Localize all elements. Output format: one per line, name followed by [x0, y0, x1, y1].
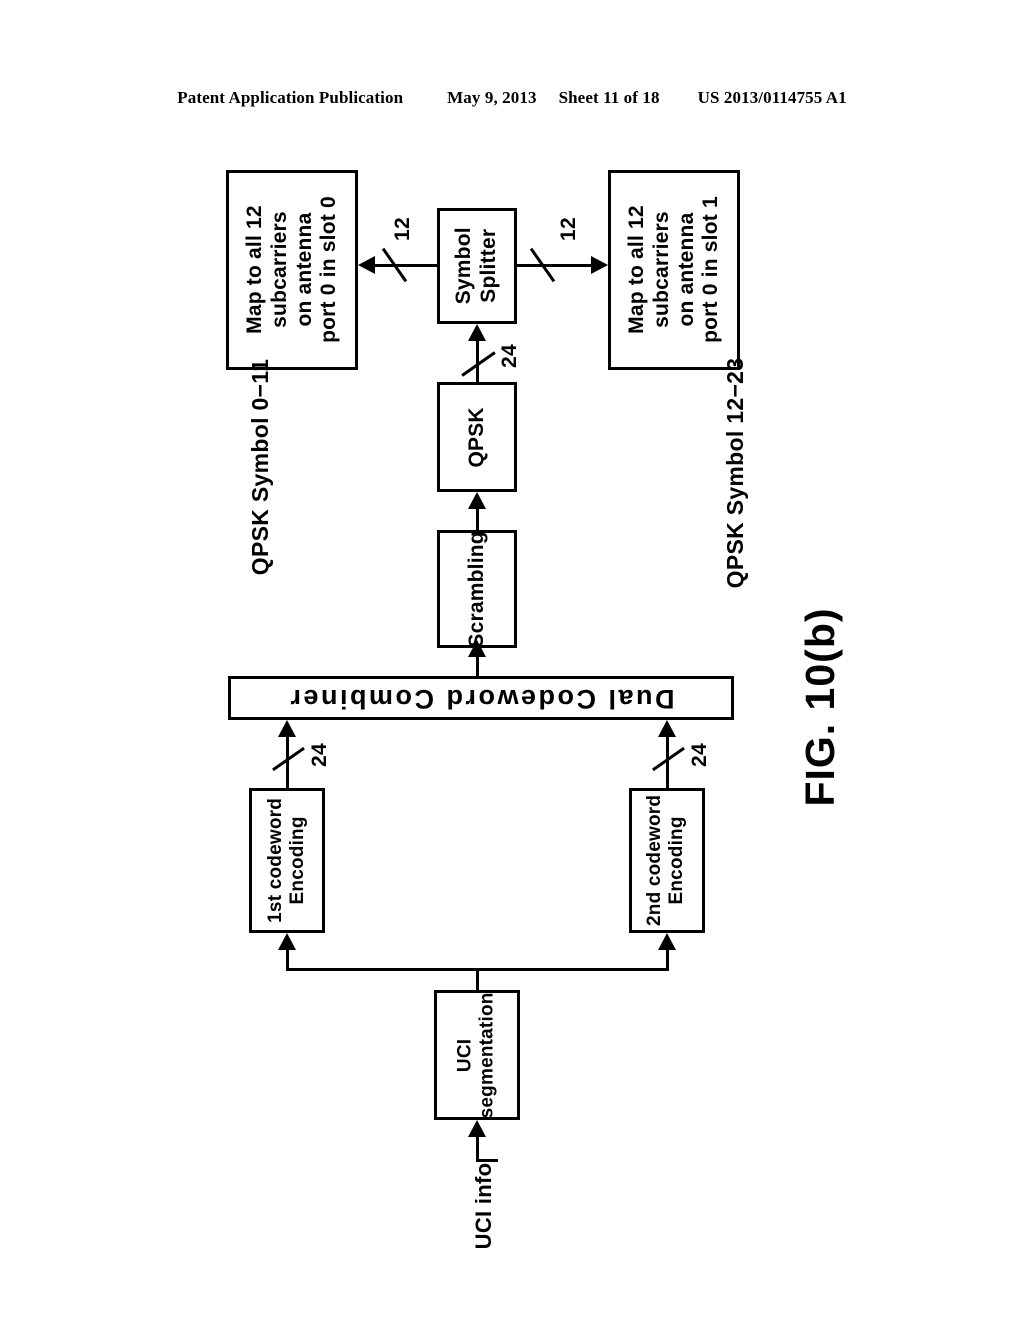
wire-label-slot0: 12	[391, 217, 414, 241]
block-uci-segmentation: UCI segmentation	[434, 990, 520, 1120]
block-qpsk: QPSK	[437, 382, 517, 492]
second-codeword-line2: Encoding	[667, 816, 689, 905]
dual-codeword-combiner-label: Dual Codeword Combiner	[287, 683, 675, 714]
map-slot1-line1: Map to all 12	[624, 205, 648, 335]
wire-splitter-to-slot0	[375, 264, 437, 267]
map-slot1-line2: subcarriers	[649, 211, 673, 329]
wire-cw1-to-combiner	[286, 737, 289, 788]
map-slot0-line4: port 0 in slot 0	[316, 196, 340, 344]
wire-bus-to-cw2	[666, 950, 669, 971]
block-symbol-splitter: Symbol Splitter	[437, 208, 517, 324]
wire-label-cw1: 24	[308, 743, 331, 767]
qpsk-label: QPSK	[464, 406, 488, 468]
arrowhead-to-slot0	[358, 256, 375, 274]
label-uci-info: UCI info	[471, 1162, 496, 1250]
uci-segmentation-line2: segmentation	[477, 992, 499, 1118]
first-codeword-line1: 1st codeword	[264, 798, 286, 923]
block-second-codeword-encoding: 2nd codeword Encoding	[629, 788, 705, 933]
first-codeword-line2: Encoding	[287, 816, 308, 905]
symbol-splitter-line2: Splitter	[477, 229, 500, 303]
label-qpsk-symbol-right: QPSK Symbol 12−23	[721, 357, 748, 589]
arrowhead-bus-to-cw2	[658, 933, 676, 950]
map-slot0-line2: subcarriers	[267, 211, 291, 329]
map-slot1-line4: port 0 in slot 1	[698, 196, 722, 344]
wire-label-slot1: 12	[557, 217, 580, 241]
figure-caption: FIG. 10(b)	[796, 607, 843, 807]
arrowhead-cw1-to-combiner	[278, 720, 296, 737]
second-codeword-line1: 2nd codeword	[644, 794, 666, 927]
block-scrambling: Scrambling	[437, 530, 517, 648]
block-map-subcarriers-slot1: Map to all 12 subcarriers on antenna por…	[608, 170, 740, 370]
scrambling-label: Scrambling	[464, 530, 488, 648]
arrowhead-bus-to-cw1	[278, 933, 296, 950]
wire-label-qpsk-to-splitter: 24	[498, 344, 521, 368]
block-dual-codeword-combiner: Dual Codeword Combiner	[228, 676, 734, 720]
wire-bus-to-cw1	[286, 950, 289, 971]
wire-combiner-to-scrambling	[476, 657, 479, 676]
arrowhead-qpsk-to-splitter	[468, 324, 486, 341]
label-qpsk-symbol-left: QPSK Symbol 0−11	[246, 358, 273, 576]
wire-scrambling-to-qpsk	[476, 509, 479, 530]
wire-label-cw2: 24	[688, 743, 711, 767]
wire-splitter-to-slot1	[517, 264, 591, 267]
map-slot1-line3: on antenna	[674, 213, 697, 328]
figure-block-diagram: Map to all 12 subcarriers on antenna por…	[0, 0, 1024, 1320]
symbol-splitter-line1: Symbol	[452, 227, 476, 305]
wire-uci-seg-riser	[476, 971, 479, 993]
arrowhead-to-slot1	[591, 256, 608, 274]
arrowhead-scrambling-to-qpsk	[468, 492, 486, 509]
uci-segmentation-line1: UCI	[454, 1038, 476, 1072]
arrowhead-input-to-uci-seg	[468, 1120, 486, 1137]
wire-cw2-to-combiner	[666, 737, 669, 788]
block-first-codeword-encoding: 1st codeword Encoding	[249, 788, 325, 933]
map-slot0-line3: on antenna	[292, 213, 315, 328]
arrowhead-combiner-to-scrambling	[468, 640, 486, 657]
wire-uci-seg-bus	[286, 968, 669, 971]
map-slot0-line1: Map to all 12	[242, 205, 266, 335]
block-map-subcarriers-slot0: Map to all 12 subcarriers on antenna por…	[226, 170, 358, 370]
arrowhead-cw2-to-combiner	[658, 720, 676, 737]
